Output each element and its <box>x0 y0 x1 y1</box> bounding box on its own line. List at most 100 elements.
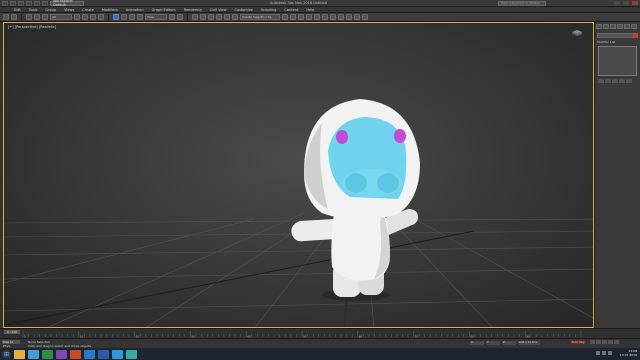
object-name-field[interactable] <box>597 33 638 38</box>
3dsmax-icon[interactable] <box>126 349 137 359</box>
unlink-icon[interactable] <box>34 14 40 20</box>
ribbon-icon[interactable] <box>314 14 320 20</box>
menu-customize[interactable]: Customize <box>234 8 252 12</box>
scene-explorer-icon[interactable] <box>298 14 304 20</box>
hierarchy-tab-icon[interactable] <box>610 24 616 29</box>
reference-coord-dropdown[interactable]: View <box>145 14 167 20</box>
layer-explorer-icon[interactable] <box>306 14 312 20</box>
word-icon[interactable] <box>98 349 109 359</box>
select-scale-icon[interactable] <box>129 14 135 20</box>
angle-snap-icon[interactable] <box>208 14 214 20</box>
spinner-snap-icon[interactable] <box>224 14 230 20</box>
schematic-view-icon[interactable] <box>330 14 336 20</box>
visual-studio-icon[interactable] <box>56 349 67 359</box>
play-icon[interactable] <box>602 340 607 344</box>
modify-tab-icon[interactable] <box>603 24 609 29</box>
modifier-stack[interactable] <box>598 46 637 76</box>
named-selection-set-dropdown[interactable]: Create Selection Se <box>240 14 280 20</box>
coord-x-field[interactable]: X: <box>470 341 484 345</box>
excel-icon[interactable] <box>42 349 53 359</box>
redo-icon[interactable] <box>42 0 48 6</box>
motion-tab-icon[interactable] <box>617 24 623 29</box>
select-manipulate-icon[interactable] <box>177 14 183 20</box>
menu-civil-view[interactable]: Civil View <box>210 8 227 12</box>
snaps-toggle-icon[interactable] <box>200 14 206 20</box>
auto-key-button[interactable]: Auto Key <box>570 340 586 344</box>
select-rotate-icon[interactable] <box>121 14 127 20</box>
render-icon[interactable] <box>362 14 368 20</box>
material-editor-icon[interactable] <box>338 14 344 20</box>
photoshop-icon[interactable] <box>84 349 95 359</box>
place-icon[interactable] <box>137 14 143 20</box>
utilities-tab-icon[interactable] <box>631 24 637 29</box>
skype-icon[interactable] <box>112 349 123 359</box>
tray-network-icon[interactable] <box>596 351 600 355</box>
mirror-icon[interactable] <box>282 14 288 20</box>
display-tab-icon[interactable] <box>624 24 630 29</box>
save-file-icon[interactable] <box>26 0 32 6</box>
menu-help[interactable]: Help <box>306 8 314 12</box>
menu-content[interactable]: Content <box>284 8 298 12</box>
make-unique-icon[interactable] <box>612 79 618 83</box>
maximize-button[interactable] <box>623 1 629 5</box>
undo-icon[interactable] <box>34 0 40 6</box>
app-menu-icon[interactable] <box>2 0 8 6</box>
maxscript-listener-dropdown[interactable]: Max to Phys <box>2 340 20 348</box>
align-icon[interactable] <box>290 14 296 20</box>
coord-y-field[interactable]: Y: <box>486 341 500 345</box>
menu-graph-editors[interactable]: Graph Editors <box>152 8 176 12</box>
edit-named-sets-icon[interactable] <box>232 14 238 20</box>
minimize-button[interactable] <box>614 1 620 5</box>
search-input[interactable]: Type a keyword or phrase <box>498 1 546 6</box>
menu-group[interactable]: Group <box>45 8 56 12</box>
chrome-icon[interactable] <box>28 349 39 359</box>
menu-modifiers[interactable]: Modifiers <box>102 8 118 12</box>
keyboard-shortcut-icon[interactable] <box>192 14 198 20</box>
menu-tools[interactable]: Tools <box>29 8 38 12</box>
configure-modifier-sets-icon[interactable] <box>626 79 632 83</box>
go-to-end-icon[interactable] <box>614 340 619 344</box>
menu-animation[interactable]: Animation <box>126 8 144 12</box>
percent-snap-icon[interactable] <box>216 14 222 20</box>
window-crossing-icon[interactable] <box>98 14 104 20</box>
workspace-dropdown[interactable]: Workspace: Default <box>50 0 84 7</box>
new-file-icon[interactable] <box>10 0 16 6</box>
select-move-icon[interactable] <box>113 14 119 20</box>
menu-scripting[interactable]: Scripting <box>261 8 277 12</box>
powerpoint-icon[interactable] <box>70 349 81 359</box>
pivot-center-icon[interactable] <box>169 14 175 20</box>
viewcube-icon[interactable] <box>571 29 583 36</box>
menu-edit[interactable]: Edit <box>14 8 21 12</box>
track-bar[interactable]: 0102030405060708090100 <box>22 331 587 339</box>
menu-rendering[interactable]: Rendering <box>184 8 202 12</box>
curve-editor-icon[interactable] <box>322 14 328 20</box>
object-color-swatch[interactable] <box>633 33 638 38</box>
menu-create[interactable]: Create <box>82 8 94 12</box>
go-to-start-icon[interactable] <box>590 340 595 344</box>
bind-space-warp-icon[interactable] <box>42 14 48 20</box>
select-object-icon[interactable] <box>74 14 80 20</box>
time-slider[interactable]: 0 / 100 <box>4 330 20 334</box>
viewport-label[interactable]: [+] [Perspective] [Realistic] <box>8 25 56 29</box>
rendered-frame-icon[interactable] <box>354 14 360 20</box>
open-file-icon[interactable] <box>18 0 24 6</box>
link-icon[interactable] <box>26 14 32 20</box>
selection-filter-dropdown[interactable]: All <box>50 14 72 20</box>
pin-stack-icon[interactable] <box>598 79 604 83</box>
render-setup-icon[interactable] <box>346 14 352 20</box>
coord-z-field[interactable]: Z: <box>502 341 516 345</box>
explorer-icon[interactable] <box>14 349 25 359</box>
tray-language-icon[interactable] <box>608 351 612 355</box>
redo-tool-icon[interactable] <box>11 14 17 20</box>
close-button[interactable] <box>632 1 638 5</box>
system-clock[interactable]: 13:08 13.07.2016 <box>620 349 637 357</box>
remove-modifier-icon[interactable] <box>619 79 625 83</box>
undo-tool-icon[interactable] <box>3 14 9 20</box>
tray-volume-icon[interactable] <box>602 351 606 355</box>
previous-frame-icon[interactable] <box>596 340 601 344</box>
create-tab-icon[interactable] <box>596 24 602 29</box>
select-by-name-icon[interactable] <box>82 14 88 20</box>
show-end-result-icon[interactable] <box>605 79 611 83</box>
next-frame-icon[interactable] <box>608 340 613 344</box>
selection-region-icon[interactable] <box>90 14 96 20</box>
